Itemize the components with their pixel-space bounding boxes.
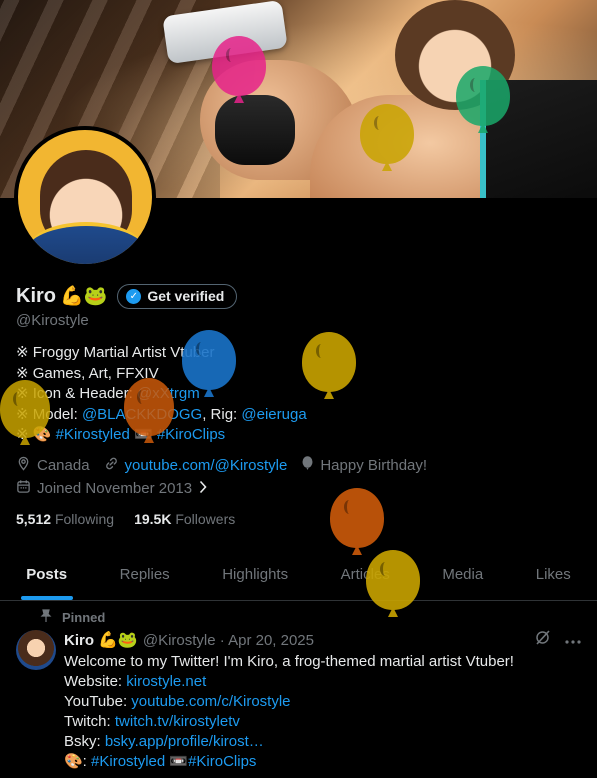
bio-line: ※ 🎨 #Kirostyled 📼 #KiroClips <box>16 425 576 446</box>
profile-name-row: Kiro 💪🐸 ✓ Get verified <box>16 283 238 309</box>
post-link[interactable]: twitch.tv/kirostyletv <box>115 713 240 730</box>
tab-likes[interactable]: Likes <box>509 548 597 600</box>
get-verified-label: Get verified <box>147 288 225 304</box>
birthday-balloon <box>330 488 384 548</box>
link-icon <box>104 456 119 474</box>
post-text-line: Bsky: bsky.app/profile/kirost… <box>64 732 584 752</box>
calendar-icon <box>16 479 31 497</box>
profile-website-link[interactable]: youtube.com/@Kirostyle <box>125 457 288 474</box>
followers-label: Followers <box>175 511 236 527</box>
grok-icon[interactable] <box>534 629 551 651</box>
bio-hashtag-link[interactable]: #KiroClips <box>157 426 225 443</box>
birthday-balloon <box>366 550 420 610</box>
profile-display-name: Kiro <box>16 284 56 307</box>
pinned-indicator: Pinned <box>40 609 105 626</box>
post-link[interactable]: kirostyle.net <box>126 673 206 690</box>
post-hashtag[interactable]: #Kirostyled <box>91 753 165 770</box>
post-text-line: YouTube: youtube.com/c/Kirostyle <box>64 692 584 712</box>
chevron-right-icon <box>198 480 208 497</box>
post-author-avatar[interactable] <box>16 630 56 670</box>
banner-glove-art <box>215 95 295 165</box>
post-text: Bsky: <box>64 733 105 750</box>
profile-website[interactable]: youtube.com/@Kirostyle <box>104 456 288 474</box>
pinned-label: Pinned <box>62 610 106 625</box>
post-text-line: Website: kirostyle.net <box>64 672 584 692</box>
bio-hashtag-link[interactable]: #Kirostyled <box>56 426 130 443</box>
tab-posts[interactable]: Posts <box>0 548 93 600</box>
post-text-line: Twitch: twitch.tv/kirostyletv <box>64 712 584 732</box>
profile-joined-row[interactable]: Joined November 2013 <box>16 478 222 498</box>
birthday-balloon <box>182 330 236 390</box>
bio-text: , Rig: <box>202 405 242 423</box>
tab-highlights[interactable]: Highlights <box>196 548 314 600</box>
profile-meta-row: Canada youtube.com/@Kirostyle Happy Birt… <box>16 455 441 475</box>
verified-badge-icon: ✓ <box>126 288 142 304</box>
post-hashtag[interactable]: #KiroClips <box>188 753 256 770</box>
pin-icon <box>40 609 52 626</box>
post-link[interactable]: youtube.com/c/Kirostyle <box>131 693 290 710</box>
post-link[interactable]: bsky.app/profile/kirost… <box>105 733 264 750</box>
birthday-balloon <box>212 36 266 96</box>
post-text: Twitch: <box>64 713 115 730</box>
profile-birthday-text: Happy Birthday! <box>320 456 428 474</box>
post-text-line: 🎨: #Kirostyled 📼#KiroClips <box>64 752 584 772</box>
profile-tabs: Posts Replies Highlights Articles Media … <box>0 548 597 601</box>
bio-line: ※ Games, Art, FFXIV <box>16 364 159 382</box>
post-body: Welcome to my Twitter! I'm Kiro, a frog-… <box>64 652 584 772</box>
tab-replies[interactable]: Replies <box>93 548 196 600</box>
bio-line: ※ Model: @BLACKKDOGG, Rig: @eieruga <box>16 405 576 426</box>
profile-location-text: Canada <box>37 456 90 474</box>
post-author-emojis: 💪🐸 <box>98 632 138 649</box>
profile-name-emojis: 💪🐸 <box>60 286 108 307</box>
following-count: 5,512 <box>16 511 52 527</box>
location-pin-icon <box>16 456 31 474</box>
post-author-meta[interactable]: @Kirostyle · Apr 20, 2025 <box>143 632 314 649</box>
birthday-balloon <box>456 66 510 126</box>
more-icon[interactable] <box>565 631 581 649</box>
following-count-link[interactable]: 5,512 Following <box>16 511 114 527</box>
profile-bio: ※ Froggy Martial Artist Vtuber ※ Games, … <box>16 343 576 446</box>
following-label: Following <box>54 511 115 527</box>
post-text: YouTube: <box>64 693 132 710</box>
post-text-line: Welcome to my Twitter! I'm Kiro, a frog-… <box>64 653 514 670</box>
post-author-name[interactable]: Kiro <box>64 632 94 649</box>
profile-location: Canada <box>16 456 90 474</box>
profile-follow-counts: 5,512 Following 19.5K Followers <box>16 511 255 527</box>
birthday-balloon <box>302 332 356 392</box>
post-text: 🎨: <box>64 753 92 770</box>
post-actions <box>520 629 581 651</box>
profile-avatar[interactable] <box>14 126 156 268</box>
bio-line: ※ Froggy Martial Artist Vtuber <box>16 344 215 361</box>
profile-birthday: Happy Birthday! <box>301 455 428 475</box>
bio-mention-link[interactable]: @eieruga <box>241 406 306 423</box>
birthday-balloon <box>0 380 50 438</box>
get-verified-button[interactable]: ✓ Get verified <box>117 283 238 309</box>
post-text: Website: <box>64 673 127 690</box>
post-text: 📼 <box>165 753 189 770</box>
profile-handle: @Kirostyle <box>16 312 89 329</box>
bio-line: ※ Icon & Header: @xXtrgm <box>16 384 576 405</box>
followers-count: 19.5K <box>134 511 172 527</box>
birthday-balloon <box>124 378 174 436</box>
profile-joined[interactable]: Joined November 2013 <box>16 479 208 497</box>
followers-count-link[interactable]: 19.5K Followers <box>134 511 235 527</box>
birthday-balloon <box>360 104 414 164</box>
tab-media[interactable]: Media <box>416 548 509 600</box>
balloon-icon <box>301 455 314 475</box>
post-header: Kiro 💪🐸 @Kirostyle · Apr 20, 2025 <box>64 630 584 650</box>
profile-joined-text: Joined November 2013 <box>37 479 193 497</box>
